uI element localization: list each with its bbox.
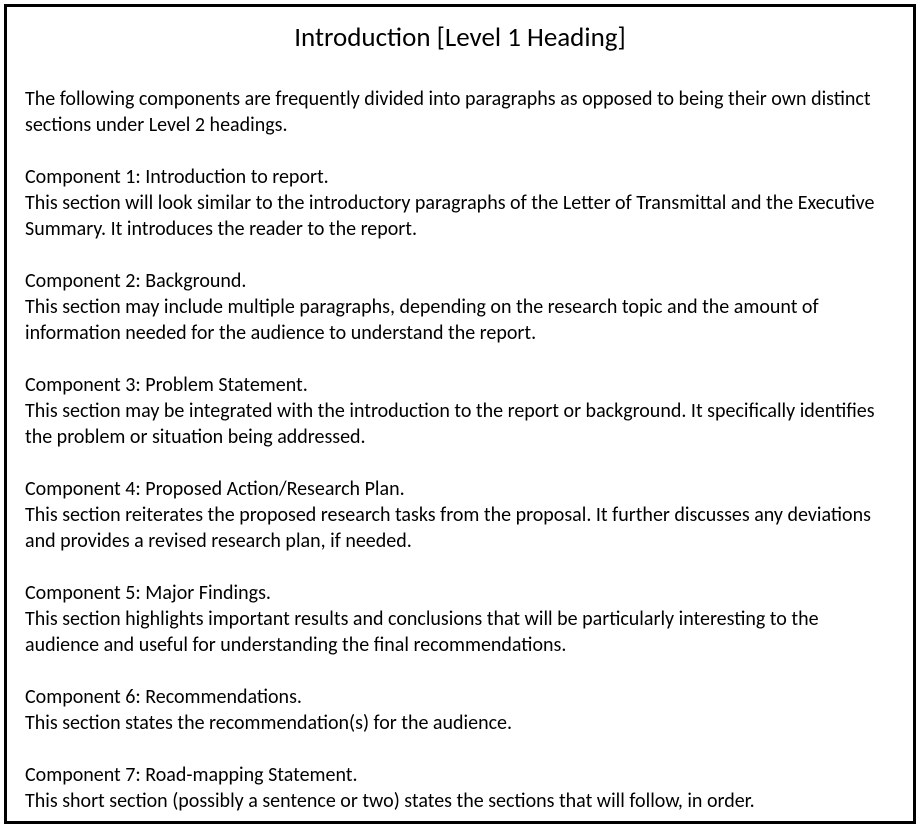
component-description: This section reiterates the proposed res…	[25, 502, 895, 554]
component-description: This section will look similar to the in…	[25, 190, 895, 242]
component-title: Component 5: Major Findings.	[25, 580, 895, 606]
component-block: Component 5: Major Findings. This sectio…	[25, 580, 895, 658]
component-block: Component 1: Introduction to report. Thi…	[25, 164, 895, 242]
document-frame: Introduction [Level 1 Heading] The follo…	[4, 4, 916, 824]
component-block: Component 6: Recommendations. This secti…	[25, 684, 895, 736]
component-block: Component 3: Problem Statement. This sec…	[25, 372, 895, 450]
component-title: Component 4: Proposed Action/Research Pl…	[25, 476, 895, 502]
component-title: Component 6: Recommendations.	[25, 684, 895, 710]
component-description: This section states the recommendation(s…	[25, 710, 895, 736]
component-block: Component 2: Background. This section ma…	[25, 268, 895, 346]
component-block: Component 4: Proposed Action/Research Pl…	[25, 476, 895, 554]
component-description: This section may include multiple paragr…	[25, 294, 895, 346]
component-title: Component 7: Road-mapping Statement.	[25, 762, 895, 788]
component-description: This section highlights important result…	[25, 606, 895, 658]
component-title: Component 2: Background.	[25, 268, 895, 294]
page-title: Introduction [Level 1 Heading]	[25, 21, 895, 54]
component-description: This short section (possibly a sentence …	[25, 788, 895, 814]
component-description: This section may be integrated with the …	[25, 398, 895, 450]
intro-paragraph: The following components are frequently …	[25, 86, 895, 138]
component-title: Component 3: Problem Statement.	[25, 372, 895, 398]
component-block: Component 7: Road-mapping Statement. Thi…	[25, 762, 895, 814]
component-title: Component 1: Introduction to report.	[25, 164, 895, 190]
